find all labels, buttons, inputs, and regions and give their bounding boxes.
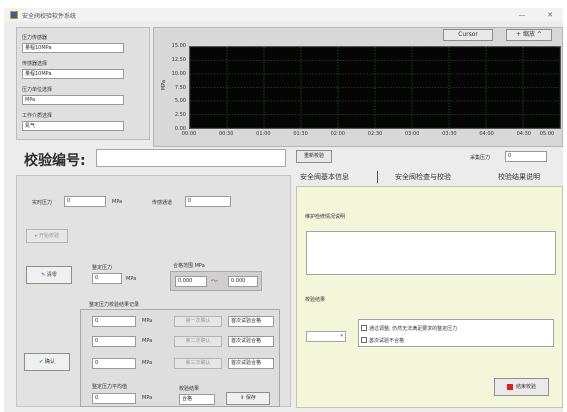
tolerance-label: 合格范围 MPa	[173, 263, 205, 269]
x-tick-label: 03:00	[404, 131, 420, 137]
record-unit-2: MPa	[142, 338, 153, 344]
record-title: 整定压力校验结果记录	[89, 302, 140, 308]
x-tick-label: 02:30	[367, 131, 383, 137]
stop-icon	[506, 383, 513, 390]
record-result-2: 首次试验合格	[228, 336, 274, 347]
realtime-pressure-label: 实时压力	[32, 200, 53, 206]
tab-divider	[377, 171, 378, 183]
zoom-button[interactable]: + 缩放 ^	[506, 29, 552, 41]
channel-label: 传感通道	[152, 200, 173, 206]
record-confirm-button-3: 第三次确认	[174, 358, 222, 369]
set-pressure-input[interactable]: 0	[92, 273, 122, 284]
maintenance-notes-textarea[interactable]	[306, 231, 556, 275]
app-icon	[10, 11, 18, 19]
record-value-1[interactable]: 0	[92, 316, 136, 327]
record-result-1: 首次试验合格	[228, 316, 274, 327]
realtime-pressure-unit: MPa	[112, 199, 123, 205]
pressure-plot-area[interactable]	[189, 46, 561, 129]
unit-label: 压力单位选择	[22, 87, 53, 93]
x-tick-label: 04:00	[479, 131, 494, 137]
checkbox-adjust-failed[interactable]	[361, 325, 367, 331]
pressure-sensor-label: 压力传感器	[22, 35, 48, 41]
y-tick-label: 7.50	[174, 84, 186, 91]
range-dash-icon: 〜	[211, 277, 218, 285]
unit-select[interactable]: MPa	[22, 95, 124, 105]
x-tick-label: 00:00	[181, 131, 197, 137]
medium-label: 工作介质选择	[22, 113, 53, 119]
reset-calibration-button[interactable]: 重新校验	[296, 150, 332, 163]
sensor-range-select[interactable]: 量程10MPa	[22, 69, 124, 79]
x-tick-label: 01:00	[256, 131, 271, 137]
recording-pressure-value: 0	[505, 151, 547, 162]
average-value: 0	[92, 393, 136, 404]
y-tick-label: 15.00	[171, 43, 186, 49]
record-unit-1: MPa	[142, 318, 153, 324]
pressure-sensor-select[interactable]: 量程10MPa	[22, 43, 124, 53]
stop-calibration-button[interactable]: 结束校验	[494, 378, 549, 396]
average-unit: MPa	[142, 395, 153, 401]
y-tick-label: 5.00	[174, 98, 186, 105]
calibration-number-input[interactable]	[96, 149, 286, 167]
recording-pressure-label: 采集压力	[470, 155, 491, 161]
set-pressure-unit: MPa	[126, 276, 137, 282]
record-unit-3: MPa	[142, 360, 153, 366]
x-tick-label: 05:00	[539, 131, 555, 137]
channel-value: 0	[185, 196, 231, 207]
tab-basic-info[interactable]: 安全阀基本信息	[300, 172, 349, 182]
medium-select[interactable]: 氮气	[22, 121, 124, 131]
y-tick-label: 12.50	[171, 56, 186, 63]
record-value-3[interactable]: 0	[92, 358, 136, 369]
chevron-down-icon: ▾	[340, 333, 343, 339]
calibration-result-label: 校验结果	[305, 297, 326, 303]
y-tick-label: 2.50	[174, 112, 186, 119]
checkbox-first-test-failed-label: 首次试验不合格	[369, 338, 405, 344]
tab-result-notes[interactable]: 校验结果说明	[498, 172, 540, 182]
minimize-button[interactable]: —	[515, 9, 529, 21]
realtime-pressure-value: 0	[64, 196, 106, 207]
tab-inspection[interactable]: 安全阀检查与校验	[395, 172, 451, 182]
cursor-button[interactable]: Cursor	[443, 29, 493, 41]
x-tick-label: 01:30	[293, 131, 308, 137]
tolerance-low-value: 0.000	[175, 276, 207, 287]
calibration-number-label: 校验编号:	[24, 153, 86, 169]
x-tick-label: 03:30	[442, 131, 457, 137]
close-button[interactable]: ✕	[543, 9, 557, 21]
sensor-range-label: 传感器选择	[22, 61, 48, 67]
checkbox-adjust-failed-label: 通过调整, 仍然无法满足要求的整定压力	[369, 326, 458, 332]
record-result-3: 首次试验合格	[228, 358, 274, 369]
checkbox-first-test-failed[interactable]	[361, 337, 367, 343]
save-button[interactable]: ⬇ 保存	[226, 392, 270, 405]
x-tick-label: 00:30	[218, 131, 234, 137]
average-label: 整定压力平均值	[92, 384, 128, 390]
tolerance-high-value: 0.000	[228, 276, 258, 287]
start-calibration-button: ▸ 开始校验	[26, 229, 68, 243]
maintenance-notes-label: 维护检修情况说明	[305, 214, 346, 220]
set-pressure-label: 整定压力	[92, 265, 113, 271]
record-confirm-button-2: 第二次确认	[174, 336, 222, 347]
y-tick-label: 10.00	[171, 70, 186, 77]
window-title: 安全阀校验软件系统	[22, 13, 77, 20]
clear-button[interactable]: ✎ 清零	[26, 266, 72, 284]
confirm-button[interactable]: ✔ 确认	[24, 353, 70, 371]
result-value: 合格	[179, 394, 215, 405]
title-bar: 安全阀校验软件系统 — ✕	[4, 8, 563, 22]
record-confirm-button-1: 第一次确认	[174, 316, 222, 327]
result-select[interactable]: ▾	[306, 331, 346, 342]
x-tick-label: 02:00	[330, 131, 345, 137]
result-label: 校验结果	[179, 386, 200, 392]
record-value-2[interactable]: 0	[92, 336, 136, 347]
